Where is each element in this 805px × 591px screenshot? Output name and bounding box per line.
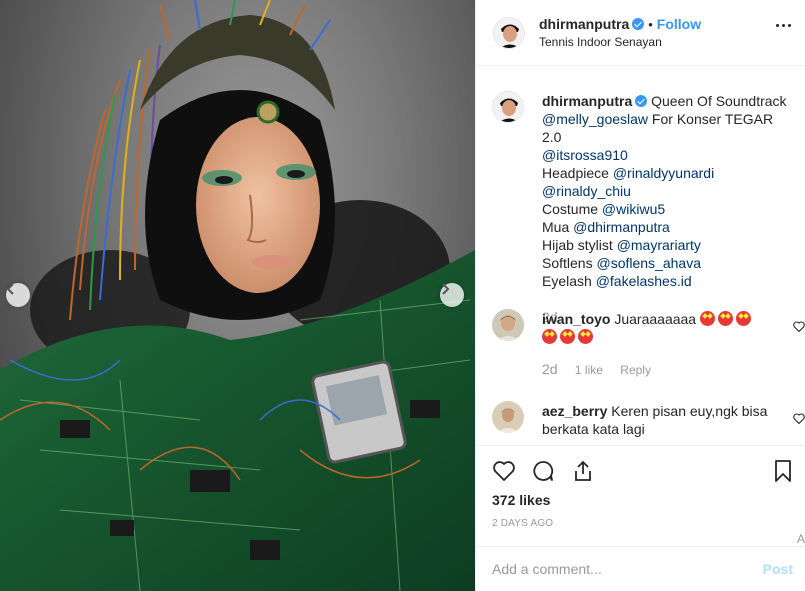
post-header: dhirmanputra • Follow Tennis Indoor Senaya… — [476, 0, 805, 66]
caption-mention[interactable]: @itsrossa910 — [542, 147, 628, 163]
caption-mention[interactable]: @soflens_ahava — [596, 255, 701, 271]
star-struck-emoji-icon — [560, 329, 575, 344]
bookmark-icon[interactable] — [773, 459, 793, 483]
comments-list[interactable]: dhirmanputra Queen Of Soundtrack @melly_… — [476, 67, 805, 445]
post-location[interactable]: Tennis Indoor Senayan — [539, 35, 701, 49]
star-struck-emoji-icon — [700, 311, 715, 326]
add-comment-bar: Post — [476, 546, 805, 591]
follow-button[interactable]: Follow — [657, 16, 701, 32]
share-icon[interactable] — [571, 459, 595, 483]
comment-input[interactable] — [492, 559, 742, 579]
caption-line: Headpiece — [542, 165, 613, 181]
verified-badge-icon — [635, 95, 648, 107]
caption-avatar[interactable] — [492, 91, 524, 123]
author-avatar[interactable] — [493, 16, 525, 49]
commenter-avatar-illustration — [492, 309, 524, 341]
caption-mention[interactable]: @melly_goeslaw — [542, 111, 648, 127]
clipped-edge-text: A — [796, 532, 805, 546]
caption-line: Costume — [542, 201, 602, 217]
comment-text: aez_berry Keren pisan euy,ngk bisa berka… — [542, 402, 792, 438]
caption-mention[interactable]: @fakelashes.id — [596, 273, 692, 289]
author-username[interactable]: dhirmanputra — [539, 16, 629, 32]
commenter-avatar-illustration — [492, 401, 524, 433]
caption-avatar-illustration — [493, 92, 523, 122]
caption-line: Eyelash — [542, 273, 596, 289]
caption-mention[interactable]: @dhirmanputra — [573, 219, 670, 235]
comment-time[interactable]: 2d — [542, 361, 558, 377]
caption-line: Mua — [542, 219, 574, 235]
star-struck-emoji-icon — [578, 329, 593, 344]
like-heart-icon[interactable] — [492, 459, 516, 483]
costume-photo-illustration — [0, 0, 475, 591]
caption-line: Hijab stylist — [542, 237, 617, 253]
verified-badge-icon — [632, 18, 645, 30]
separator-dot: • — [648, 17, 653, 32]
chevron-right-icon — [442, 283, 450, 295]
more-options-icon[interactable] — [776, 24, 791, 27]
comment-body: Juaraaaaaaa — [614, 311, 697, 327]
star-struck-emoji-icon — [736, 311, 751, 326]
post-photo[interactable] — [0, 0, 475, 591]
post-comment-button[interactable]: Post — [763, 561, 793, 577]
caption-text: dhirmanputra Queen Of Soundtrack @melly_… — [542, 92, 792, 290]
reply-button[interactable]: Reply — [620, 363, 651, 377]
commenter-avatar[interactable] — [492, 401, 524, 433]
commenter-avatar[interactable] — [492, 309, 524, 341]
comment-meta: 2d 1 like Reply — [542, 361, 762, 377]
star-struck-emoji-icon — [718, 311, 733, 326]
caption-mention[interactable]: @wikiwu5 — [602, 201, 665, 217]
caption-mention[interactable]: @mayrariarty — [617, 237, 701, 253]
caption-username[interactable]: dhirmanputra — [542, 93, 632, 109]
comment-likes-count[interactable]: 1 like — [575, 363, 603, 377]
comment-username[interactable]: aez_berry — [542, 403, 607, 419]
caption-line: Softlens — [542, 255, 597, 271]
author-avatar-illustration — [494, 17, 524, 48]
post-actions: 372 likes 2 DAYS AGO — [476, 445, 805, 546]
caption-line: Queen Of Soundtrack — [651, 93, 787, 109]
like-comment-heart-icon[interactable] — [793, 413, 805, 424]
like-comment-heart-icon[interactable] — [793, 321, 805, 332]
chevron-left-icon — [6, 283, 14, 295]
comment-bubble-icon[interactable] — [531, 459, 555, 483]
post-side-panel: dhirmanputra • Follow Tennis Indoor Senaya… — [475, 0, 805, 591]
post-date[interactable]: 2 DAYS AGO — [492, 518, 553, 529]
likes-count[interactable]: 372 likes — [492, 492, 550, 508]
previous-photo-button[interactable] — [6, 283, 30, 307]
star-struck-emoji-icon — [542, 329, 557, 344]
next-photo-button[interactable] — [440, 283, 464, 307]
comment-username[interactable]: iwan_toyo — [542, 311, 610, 327]
comment-text: iwan_toyo Juaraaaaaaa — [542, 310, 792, 346]
caption-mention[interactable]: @rinaldyyunardi — [613, 165, 714, 181]
caption-mention[interactable]: @rinaldy_chiu — [542, 183, 631, 199]
